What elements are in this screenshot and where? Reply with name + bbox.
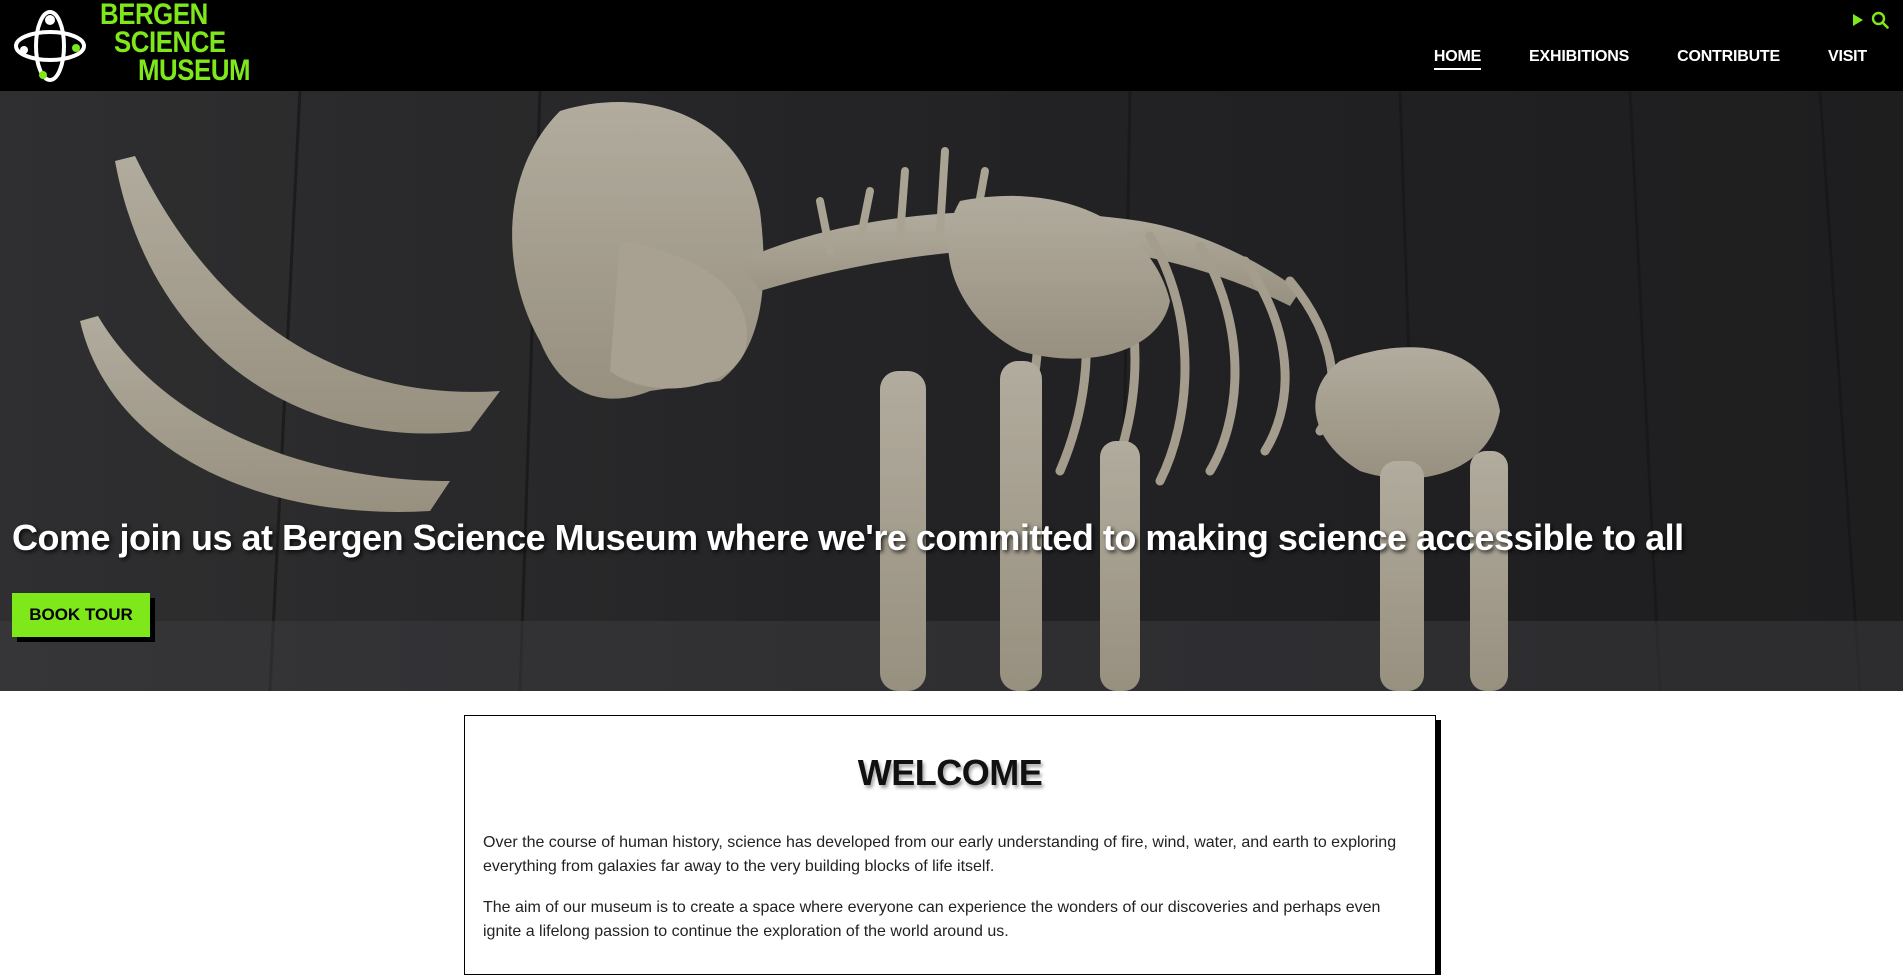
utility-bar bbox=[1853, 10, 1889, 30]
atom-logo-icon bbox=[14, 10, 86, 82]
welcome-paragraph-2: The aim of our museum is to create a spa… bbox=[483, 899, 1381, 940]
book-tour-button[interactable]: BOOK TOUR bbox=[12, 593, 150, 637]
nav-item-visit[interactable]: VISIT bbox=[1828, 48, 1867, 70]
hero-headline: Come join us at Bergen Science Museum wh… bbox=[12, 517, 1684, 558]
site-header: BERGEN SCIENCE MUSEUM HOME EXHIBITIONS C… bbox=[0, 0, 1903, 91]
nav-item-exhibitions[interactable]: EXHIBITIONS bbox=[1529, 48, 1629, 70]
site-logo-link[interactable]: BERGEN SCIENCE MUSEUM bbox=[10, 0, 251, 91]
mammoth-skeleton-image bbox=[0, 91, 1903, 691]
welcome-title: WELCOME bbox=[857, 752, 1043, 793]
search-icon[interactable] bbox=[1871, 11, 1889, 29]
welcome-card: WELCOME Over the course of human history… bbox=[464, 715, 1436, 975]
logo-text-line1: BERGEN bbox=[100, 0, 208, 31]
welcome-paragraph-1: Over the course of human history, scienc… bbox=[483, 834, 1397, 875]
main-nav: HOME EXHIBITIONS CONTRIBUTE VISIT bbox=[1433, 48, 1867, 70]
nav-item-contribute[interactable]: CONTRIBUTE bbox=[1677, 48, 1780, 70]
play-icon[interactable] bbox=[1853, 14, 1863, 26]
logo-text-line3: MUSEUM bbox=[138, 54, 251, 87]
logo-text-line2: SCIENCE bbox=[114, 26, 226, 59]
hero-banner: Come join us at Bergen Science Museum wh… bbox=[0, 91, 1903, 691]
nav-item-home[interactable]: HOME bbox=[1433, 48, 1481, 70]
